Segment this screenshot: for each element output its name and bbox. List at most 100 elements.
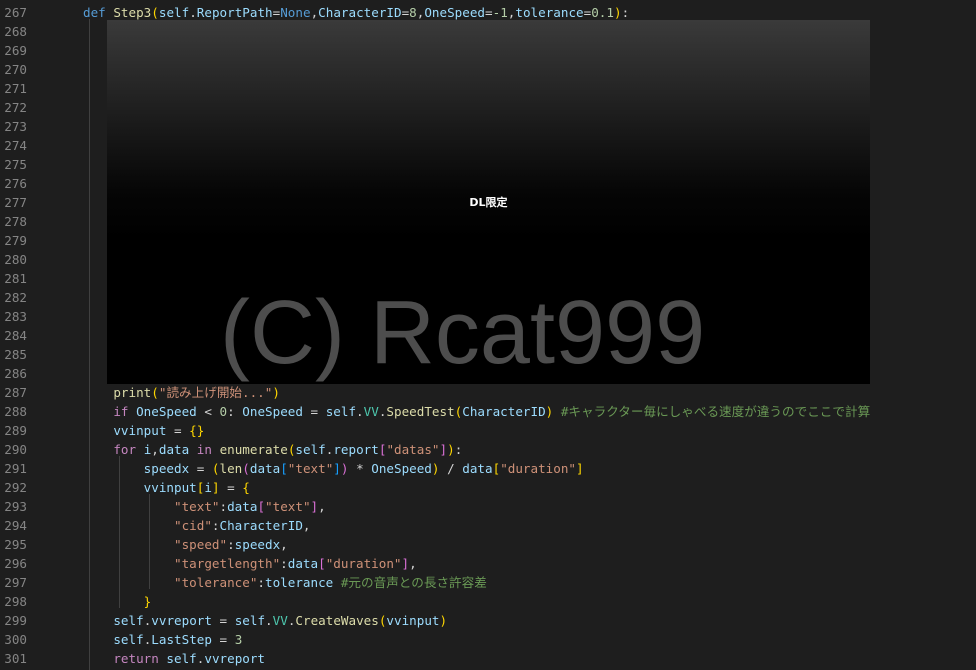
code-token: ] bbox=[333, 461, 341, 476]
code-token: None bbox=[280, 5, 311, 20]
code-token: for bbox=[113, 442, 144, 457]
line-code: "tolerance":tolerance #元の音声との長さ許容差 bbox=[83, 573, 487, 592]
code-token: CharacterID bbox=[318, 5, 402, 20]
code-line[interactable]: 289 vvinput = {} bbox=[0, 421, 976, 440]
code-token: "text" bbox=[174, 499, 220, 514]
code-token: data bbox=[249, 461, 281, 476]
code-token: ] bbox=[401, 556, 410, 571]
line-number: 282 bbox=[4, 290, 27, 305]
code-token: 8 bbox=[409, 5, 417, 20]
code-token: = bbox=[189, 461, 212, 476]
line-number: 289 bbox=[4, 423, 27, 438]
line-number: 290 bbox=[4, 442, 27, 457]
line-number: 271 bbox=[4, 81, 27, 96]
line-code: self.vvreport = self.VV.CreateWaves(vvin… bbox=[83, 611, 447, 630]
code-line[interactable]: 296 "targetlength":data["duration"], bbox=[0, 554, 976, 573]
line-number: 278 bbox=[4, 214, 27, 229]
code-token: [ bbox=[257, 499, 266, 514]
code-token: vvreport bbox=[151, 613, 212, 628]
code-token: "duration" bbox=[325, 556, 402, 571]
code-token: . bbox=[356, 404, 364, 419]
line-code: print("読み上げ開始...") bbox=[83, 383, 280, 402]
code-token: = bbox=[211, 613, 235, 628]
code-token: : bbox=[257, 575, 265, 590]
code-line[interactable]: 293 "text":data["text"], bbox=[0, 497, 976, 516]
code-token: ) bbox=[431, 461, 440, 476]
line-number: 286 bbox=[4, 366, 27, 381]
code-token: vvinput bbox=[386, 613, 440, 628]
line-number: 284 bbox=[4, 328, 27, 343]
code-token: print bbox=[113, 385, 152, 400]
code-line[interactable]: 297 "tolerance":tolerance #元の音声との長さ許容差 bbox=[0, 573, 976, 592]
line-number: 274 bbox=[4, 138, 27, 153]
code-token: speedx bbox=[143, 461, 190, 476]
code-token: SpeedTest bbox=[386, 404, 455, 419]
code-line[interactable]: 298 } bbox=[0, 592, 976, 611]
code-token: self bbox=[166, 651, 197, 666]
code-token: def bbox=[83, 5, 114, 20]
line-number: 300 bbox=[4, 632, 27, 647]
code-token: "tolerance" bbox=[174, 575, 258, 590]
code-token: , bbox=[409, 556, 417, 571]
code-token: ] bbox=[576, 461, 584, 476]
code-token: : bbox=[219, 499, 228, 514]
line-number: 294 bbox=[4, 518, 27, 533]
code-token: "targetlength" bbox=[174, 556, 281, 571]
code-token: ) bbox=[447, 442, 455, 457]
line-code: return self.vvreport bbox=[83, 649, 265, 668]
line-code: } bbox=[83, 592, 152, 611]
code-token: CreateWaves bbox=[295, 613, 379, 628]
code-line[interactable]: 287 print("読み上げ開始...") bbox=[0, 383, 976, 402]
code-token: "duration" bbox=[500, 461, 577, 476]
code-token: ] bbox=[211, 480, 220, 495]
code-token: * bbox=[348, 461, 372, 476]
line-number: 293 bbox=[4, 499, 27, 514]
code-line[interactable]: 300 self.LastStep = 3 bbox=[0, 630, 976, 649]
code-token: self bbox=[325, 404, 357, 419]
code-token: "text" bbox=[287, 461, 334, 476]
line-number: 301 bbox=[4, 651, 27, 666]
code-line[interactable]: 290 for i,data in enumerate(self.report[… bbox=[0, 440, 976, 459]
code-token: 3 bbox=[234, 632, 243, 647]
code-token: , bbox=[318, 499, 326, 514]
code-token: OneSpeed bbox=[136, 404, 197, 419]
code-line[interactable]: 294 "cid":CharacterID, bbox=[0, 516, 976, 535]
code-line[interactable]: 288 if OneSpeed < 0: OneSpeed = self.VV.… bbox=[0, 402, 976, 421]
code-token: vvinput bbox=[143, 480, 197, 495]
code-token: [ bbox=[318, 556, 326, 571]
code-token: = bbox=[219, 480, 243, 495]
code-line[interactable]: 292 vvinput[i] = { bbox=[0, 478, 976, 497]
code-token: ] bbox=[439, 442, 448, 457]
code-line[interactable]: 291 speedx = (len(data["text"]) * OneSpe… bbox=[0, 459, 976, 478]
overlay-label: DL限定 bbox=[469, 196, 508, 209]
code-token: ) bbox=[272, 385, 280, 400]
code-token: data bbox=[462, 461, 493, 476]
code-token: = bbox=[166, 423, 190, 438]
code-token: #元の音声との長さ許容差 bbox=[340, 575, 487, 590]
code-token: CharacterID bbox=[462, 404, 546, 419]
code-line[interactable]: 295 "speed":speedx, bbox=[0, 535, 976, 554]
code-token: i bbox=[204, 480, 212, 495]
code-token: enumerate bbox=[219, 442, 288, 457]
line-number: 269 bbox=[4, 43, 27, 58]
code-line[interactable]: 299 self.vvreport = self.VV.CreateWaves(… bbox=[0, 611, 976, 630]
code-token: : bbox=[227, 537, 235, 552]
code-token: "speed" bbox=[174, 537, 228, 552]
line-number: 281 bbox=[4, 271, 27, 286]
line-code: for i,data in enumerate(self.report["dat… bbox=[83, 440, 462, 459]
code-token: LastStep bbox=[151, 632, 212, 647]
line-code: speedx = (len(data["text"]) * OneSpeed) … bbox=[83, 459, 584, 478]
code-line[interactable]: 301 return self.vvreport bbox=[0, 649, 976, 668]
code-token: "text" bbox=[265, 499, 311, 514]
code-token: ( bbox=[211, 461, 220, 476]
